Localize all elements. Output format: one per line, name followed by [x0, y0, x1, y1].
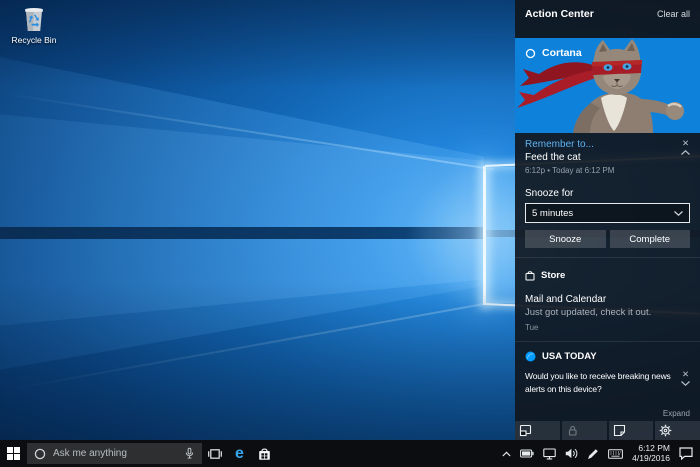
all-settings-gear-icon: [659, 424, 672, 437]
action-center-header: Action Center Clear all: [515, 0, 700, 28]
edge-taskbar-button[interactable]: e: [227, 440, 252, 467]
snooze-duration-value: 5 minutes: [532, 208, 573, 219]
store-notification-time: Tue: [525, 323, 690, 332]
complete-button[interactable]: Complete: [610, 230, 691, 248]
tablet-mode-icon: [519, 424, 532, 437]
reminder-title: Remember to...: [525, 139, 677, 150]
start-button[interactable]: [0, 440, 27, 467]
note-icon: [613, 424, 626, 437]
recycle-bin-shortcut[interactable]: Recycle Bin: [8, 5, 60, 45]
clock-date: 4/19/2016: [632, 454, 670, 464]
recycle-bin-icon: [21, 5, 47, 33]
store-notification[interactable]: Store Mail and Calendar Just got updated…: [515, 257, 700, 341]
usa-today-notification: USA TODAY Would you like to receive brea…: [515, 341, 700, 397]
snooze-button[interactable]: Snooze: [525, 230, 606, 248]
cortana-search-icon: [34, 448, 46, 460]
battery-icon: [520, 449, 534, 458]
reminder-notification: Remember to... Feed the cat 6:12p • Toda…: [515, 133, 700, 257]
tray-volume[interactable]: [565, 448, 578, 459]
cortana-app-name: Cortana: [542, 47, 582, 59]
expand-row: Expand: [515, 397, 700, 421]
pen-icon: [587, 448, 599, 460]
chevron-up-icon: [502, 451, 511, 457]
desktop: Recycle Bin Action Center Clear all: [0, 0, 700, 467]
reminder-collapse-icon[interactable]: [681, 150, 690, 155]
usa-today-body: Would you like to receive breaking news …: [525, 370, 675, 395]
reminder-close-icon[interactable]: ✕: [682, 139, 689, 147]
usa-today-app-name: USA TODAY: [542, 351, 597, 362]
tray-battery[interactable]: [520, 449, 534, 458]
microphone-icon[interactable]: [184, 447, 195, 460]
volume-icon: [565, 448, 578, 459]
cortana-app-row: Cortana: [525, 47, 582, 59]
rotation-lock-icon: [566, 424, 579, 437]
network-display-icon: [543, 448, 556, 460]
tray-network[interactable]: [543, 448, 556, 460]
edge-icon: e: [235, 446, 244, 462]
recycle-bin-label: Recycle Bin: [8, 35, 60, 45]
snooze-for-label: Snooze for: [525, 188, 690, 199]
tray-touch-keyboard[interactable]: [608, 449, 623, 459]
reminder-timestamp: 6:12p • Today at 6:12 PM: [525, 166, 677, 175]
taskbar: Ask me anything e: [0, 440, 700, 467]
search-box[interactable]: Ask me anything: [27, 443, 202, 464]
store-icon: [525, 270, 535, 281]
task-view-icon: [208, 448, 222, 460]
store-notification-body: Just got updated, check it out.: [525, 307, 690, 318]
windows-logo-icon: [7, 447, 20, 460]
clear-all-button[interactable]: Clear all: [657, 9, 690, 19]
select-chevron-down-icon: [674, 211, 683, 216]
tray-windows-ink[interactable]: [587, 448, 599, 460]
action-center-tray-button[interactable]: [679, 447, 693, 460]
usa-today-expand-icon[interactable]: [681, 381, 690, 386]
expand-link[interactable]: Expand: [663, 409, 690, 418]
store-bag-icon: [258, 447, 271, 461]
tray-overflow-chevron[interactable]: [502, 451, 511, 457]
taskbar-clock[interactable]: 6:12 PM 4/19/2016: [632, 444, 670, 463]
cortana-notification[interactable]: Cortana: [515, 38, 700, 133]
task-view-button[interactable]: [202, 440, 227, 467]
store-taskbar-button[interactable]: [252, 440, 277, 467]
action-center-title: Action Center: [525, 8, 594, 20]
keyboard-icon: [608, 449, 623, 459]
usa-today-close-icon[interactable]: ✕: [682, 370, 689, 378]
action-center-panel: Action Center Clear all: [515, 0, 700, 440]
action-center-icon: [679, 447, 693, 460]
search-input[interactable]: Ask me anything: [53, 448, 177, 459]
reminder-body: Feed the cat: [525, 152, 677, 163]
system-tray: 6:12 PM 4/19/2016: [502, 444, 700, 463]
snooze-duration-select[interactable]: 5 minutes: [525, 203, 690, 223]
cortana-icon: [525, 48, 536, 59]
usa-today-icon: [525, 351, 536, 362]
store-notification-title: Mail and Calendar: [525, 294, 690, 305]
store-app-name: Store: [541, 270, 565, 281]
